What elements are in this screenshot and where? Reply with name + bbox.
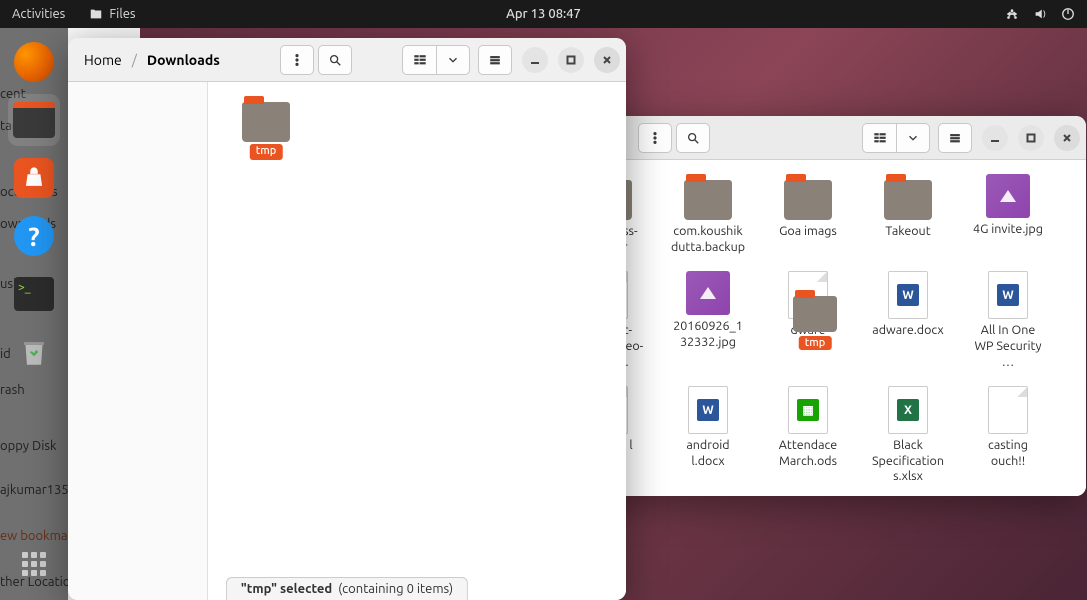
breadcrumb: Home / Downloads [84,52,220,68]
window-close-button[interactable] [1054,125,1080,151]
window-maximize-button[interactable] [1018,125,1044,151]
top-panel: Activities Files Apr 13 08:47 [0,0,1087,28]
file-item[interactable]: Goa imags [770,174,846,255]
view-dropdown-button[interactable] [896,123,930,153]
file-item[interactable]: com.koushikdutta.backup [670,174,746,255]
power-icon[interactable] [1061,7,1075,21]
dock-trash[interactable] [8,326,60,378]
dock-firefox[interactable] [8,36,60,88]
file-item[interactable]: Wadware.docx [870,271,946,370]
headerbar: My Drive [550,116,1086,160]
dock-show-apps[interactable] [14,544,54,584]
dock-files[interactable] [8,94,60,146]
file-item[interactable]: casting ouch!! [970,386,1046,485]
search-button[interactable] [676,123,710,153]
app-menu[interactable]: Files [89,7,135,21]
breadcrumb-home[interactable]: Home [84,52,122,68]
volume-icon[interactable] [1033,7,1047,21]
hamburger-menu-button[interactable] [638,123,672,153]
hamburger-menu-button[interactable] [280,45,314,75]
view-grid-button[interactable] [862,123,896,153]
file-grid[interactable]: tmp [208,82,626,600]
file-item[interactable]: tmp [228,96,304,142]
file-item[interactable]: Takeout [870,174,946,255]
window-close-button[interactable] [594,47,620,73]
file-item[interactable]: 4G invite.jpg [970,174,1046,255]
view-list-button[interactable] [478,45,512,75]
status-bar: "tmp" selected (containing 0 items) [226,577,468,600]
dock-terminal[interactable]: >_ [8,268,60,320]
search-button[interactable] [318,45,352,75]
view-list-button[interactable] [938,123,972,153]
file-item[interactable]: XBlack Specifications.xlsx [870,386,946,485]
clock[interactable]: Apr 13 08:47 [506,7,581,21]
file-item[interactable]: WAll In One WP Security … [970,271,1046,370]
view-grid-button[interactable] [402,45,436,75]
file-item[interactable]: 20160926_132332.jpg [670,271,746,370]
network-icon[interactable] [1005,7,1019,21]
places-sidebar[interactable] [68,82,208,600]
drag-preview-folder: tmp [793,290,837,332]
breadcrumb-current[interactable]: Downloads [147,52,220,68]
window-minimize-button[interactable] [982,125,1008,151]
dock-help[interactable]: ? [8,210,60,262]
dock-software[interactable] [8,152,60,204]
headerbar: Home / Downloads [68,38,626,82]
files-icon [89,7,103,21]
activities-button[interactable]: Activities [12,7,65,21]
window-maximize-button[interactable] [558,47,584,73]
files-window-downloads: Home / Downloads tmp "tmp" selected (con… [68,38,626,600]
view-dropdown-button[interactable] [436,45,470,75]
file-item[interactable]: ▦Attendace March.ods [770,386,846,485]
file-item[interactable]: Wandroid l.docx [670,386,746,485]
dock: ? >_ [0,28,68,600]
window-minimize-button[interactable] [522,47,548,73]
